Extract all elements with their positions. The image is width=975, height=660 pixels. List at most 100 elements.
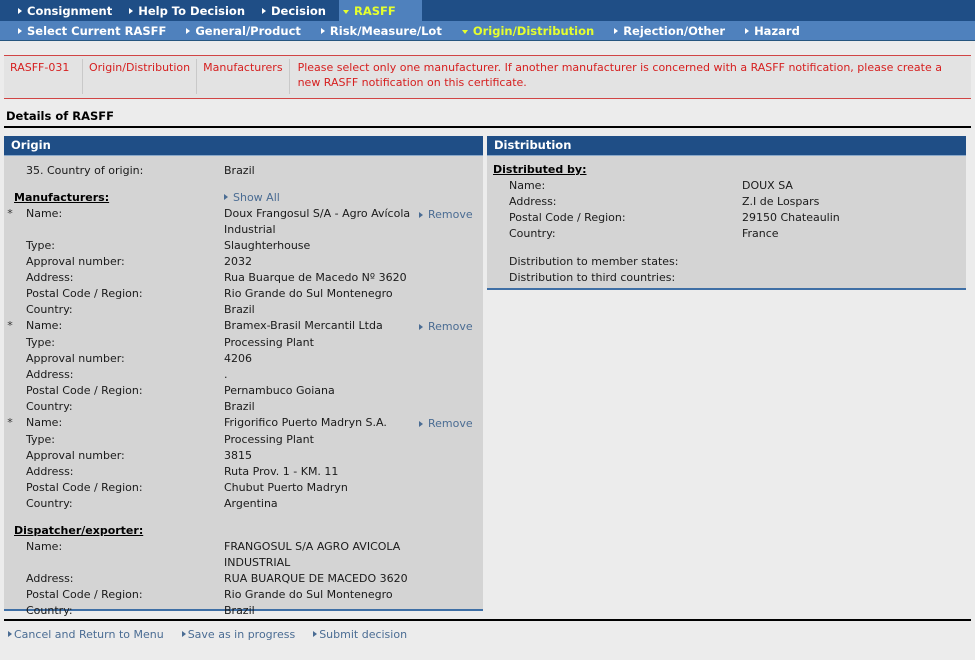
field-label: Address: xyxy=(26,464,74,478)
manufacturer-country-row: Country: Argentina xyxy=(4,496,483,512)
manufacturer-country-row: Country: Brazil xyxy=(4,399,483,415)
validation-message-table: RASFF-031 Origin/Distribution Manufactur… xyxy=(4,59,971,94)
manufacturer-type-row: Type: Processing Plant xyxy=(4,432,483,448)
row-spacer xyxy=(487,242,966,254)
field-value: DOUX SA xyxy=(742,178,793,192)
chevron-right-icon xyxy=(419,420,423,427)
field-label: Postal Code / Region: xyxy=(509,210,626,224)
remove-manufacturer-button[interactable]: Remove xyxy=(413,206,483,223)
field-label: Country: xyxy=(26,399,73,413)
nav-item-label: Origin/Distribution xyxy=(472,23,595,38)
remove-manufacturer-button[interactable]: Remove xyxy=(413,318,483,335)
nav-item-rejection-other[interactable]: Rejection/Other xyxy=(610,21,741,40)
field-label: Country: xyxy=(26,496,73,510)
manufacturer-approval-row: Approval number: 2032 xyxy=(4,254,483,270)
field-value: Bramex-Brasil Mercantil Ltda xyxy=(224,318,383,332)
distributor-postal-row: Postal Code / Region: 29150 Chateaulin xyxy=(487,210,966,226)
distribution-member-states-row: Distribution to member states: xyxy=(487,254,966,270)
chevron-right-icon xyxy=(18,27,22,34)
panels-container: Origin 35. Country of origin: Brazil Man… xyxy=(0,135,975,617)
dispatcher-address-row: Address: RUA BUARQUE DE MACEDO 3620 xyxy=(4,571,483,587)
remove-label: Remove xyxy=(428,319,473,333)
nav-item-label: Hazard xyxy=(754,23,800,38)
manufacturer-type-row: Type: Processing Plant xyxy=(4,335,483,351)
nav-item-label: RASFF xyxy=(354,3,396,18)
action-label: Submit decision xyxy=(319,627,408,641)
validation-message-box: RASFF-031 Origin/Distribution Manufactur… xyxy=(4,55,971,99)
nav-item-rasff[interactable]: RASFF xyxy=(339,0,422,21)
chevron-right-icon xyxy=(181,631,186,638)
dispatcher-postal-row: Postal Code / Region: Rio Grande do Sul … xyxy=(4,587,483,603)
nav-item-risk-measure-lot[interactable]: Risk/Measure/Lot xyxy=(317,21,458,40)
chevron-down-icon xyxy=(343,9,349,14)
field-value: Brazil xyxy=(224,603,255,617)
origin-panel: Origin 35. Country of origin: Brazil Man… xyxy=(4,135,483,617)
chevron-right-icon xyxy=(262,7,267,14)
distributor-address-row: Address: Z.I de Lospars xyxy=(487,194,966,210)
dispatcher-header-row: Dispatcher/exporter: xyxy=(4,522,483,539)
nav-item-consignment[interactable]: Consignment xyxy=(14,0,125,21)
distribution-panel-body: Distributed by: Name: DOUX SA Address: Z… xyxy=(487,155,966,290)
distribution-third-countries-row: Distribution to third countries: xyxy=(487,270,966,286)
required-marker: * xyxy=(7,415,13,429)
field-label: Name: xyxy=(26,318,63,332)
field-label: Type: xyxy=(26,335,55,349)
cancel-and-return-to-menu-link[interactable]: Cancel and Return to Menu xyxy=(8,628,164,641)
distribution-panel-header: Distribution xyxy=(487,135,966,156)
manufacturer-approval-row: Approval number: 4206 xyxy=(4,351,483,367)
nav-item-help-to-decision[interactable]: Help To Decision xyxy=(125,0,258,21)
field-country-of-origin: 35. Country of origin: Brazil xyxy=(4,163,483,179)
field-label: Name: xyxy=(26,539,63,553)
field-label: Postal Code / Region: xyxy=(26,480,143,494)
field-label: Approval number: xyxy=(26,351,125,365)
field-label: Country: xyxy=(509,226,556,240)
field-value: Brazil xyxy=(224,399,255,413)
field-label: Country: xyxy=(26,302,73,316)
field-value: Processing Plant xyxy=(224,335,314,349)
field-label: Postal Code / Region: xyxy=(26,587,143,601)
manufacturers-header-row: Manufacturers: Show All xyxy=(4,189,483,206)
remove-label: Remove xyxy=(428,416,473,430)
nav-item-origin-distribution[interactable]: Origin/Distribution xyxy=(458,21,610,40)
field-label: Address: xyxy=(509,194,557,208)
field-value: Rua Buarque de Macedo Nº 3620 xyxy=(224,270,407,284)
message-code: RASFF-031 xyxy=(4,59,83,94)
required-marker: * xyxy=(7,318,13,332)
save-as-in-progress-link[interactable]: Save as in progress xyxy=(181,627,296,641)
nav-item-label: Help To Decision xyxy=(138,3,246,18)
chevron-right-icon xyxy=(8,631,12,638)
nav-item-label: General/Product xyxy=(195,23,301,38)
chevron-right-icon xyxy=(419,211,423,218)
nav-item-general-product[interactable]: General/Product xyxy=(182,21,317,40)
remove-manufacturer-button[interactable]: Remove xyxy=(413,415,483,432)
field-value: Argentina xyxy=(224,496,278,510)
field-value: 29150 Chateaulin xyxy=(742,210,840,224)
field-label: Distribution to member states: xyxy=(509,254,679,268)
chevron-right-icon xyxy=(129,7,134,14)
action-links-bar: Cancel and Return to Menu Save as in pro… xyxy=(0,621,975,641)
nav-item-select-current-rasff[interactable]: Select Current RASFF xyxy=(14,21,182,40)
field-label: Name: xyxy=(509,178,546,192)
manufacturer-address-row: Address: Ruta Prov. 1 - KM. 11 xyxy=(4,464,483,480)
field-value: . xyxy=(224,367,228,381)
manufacturer-postal-row: Postal Code / Region: Chubut Puerto Madr… xyxy=(4,480,483,496)
nav-item-label: Select Current RASFF xyxy=(27,23,167,38)
field-value: Brazil xyxy=(224,163,255,177)
field-value: Doux Frangosul S/A - Agro Avícola Indust… xyxy=(224,206,411,236)
page-title: Details of RASFF xyxy=(6,108,114,123)
nav-item-hazard[interactable]: Hazard xyxy=(741,21,816,40)
field-label: Postal Code / Region: xyxy=(26,383,143,397)
field-label: 35. Country of origin: xyxy=(26,163,144,177)
show-all-link[interactable]: Show All xyxy=(224,189,280,206)
action-label: Save as in progress xyxy=(187,627,296,641)
manufacturer-address-row: Address: Rua Buarque de Macedo Nº 3620 xyxy=(4,270,483,286)
field-label: Approval number: xyxy=(26,448,125,462)
field-label: Distribution to third countries: xyxy=(509,270,676,284)
field-value: Brazil xyxy=(224,302,255,316)
chevron-right-icon xyxy=(320,27,325,34)
submit-decision-link[interactable]: Submit decision xyxy=(313,628,407,641)
dispatcher-name-row: Name: FRANGOSUL S/A AGRO AVICOLA INDUSTR… xyxy=(4,539,483,571)
nav-item-decision[interactable]: Decision xyxy=(258,0,339,21)
field-value: 2032 xyxy=(224,254,252,268)
nav-item-label: Decision xyxy=(271,3,326,18)
